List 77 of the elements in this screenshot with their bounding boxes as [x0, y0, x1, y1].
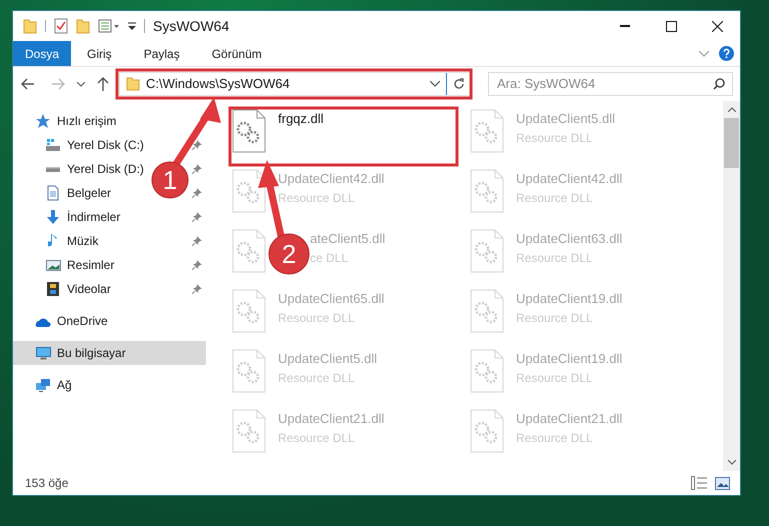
- network-icon: [36, 378, 50, 392]
- scroll-up-icon[interactable]: [728, 107, 736, 112]
- cloud-icon: [35, 316, 51, 326]
- sidebar-item[interactable]: Yerel Disk (C:): [13, 133, 144, 157]
- scrollbar-thumb[interactable]: [724, 118, 739, 168]
- sidebar-item[interactable]: Belgeler: [13, 181, 112, 205]
- forward-icon[interactable]: [51, 78, 65, 90]
- pin-icon[interactable]: [192, 260, 202, 270]
- star-icon: [35, 114, 51, 128]
- file-name: ateClient5.dll: [310, 230, 386, 248]
- monitor-icon: [36, 346, 50, 360]
- drive-icon: [46, 139, 60, 151]
- sidebar-item[interactable]: Ağ: [13, 373, 72, 397]
- scroll-down-icon[interactable]: [728, 460, 736, 465]
- folder-icon[interactable]: [23, 18, 37, 34]
- folder-icon: [126, 77, 140, 91]
- close-icon: [712, 20, 722, 32]
- file-name: UpdateClient63.dll: [516, 230, 622, 248]
- maximize-icon: [666, 20, 676, 32]
- ribbon-tab[interactable]: Görünüm: [196, 41, 278, 66]
- drive-icon: [46, 166, 60, 172]
- settings-file-icon[interactable]: [232, 109, 266, 153]
- checklist-icon[interactable]: [54, 18, 68, 34]
- sidebar-item[interactable]: Hızlı erişim: [13, 109, 116, 133]
- document-icon: [47, 185, 59, 201]
- sidebar-item[interactable]: Videolar: [13, 277, 111, 301]
- minimize-icon: [620, 25, 630, 27]
- step-badge: 1: [152, 162, 188, 198]
- download-icon: [47, 210, 59, 224]
- file-name: frgqz.dll: [278, 110, 324, 128]
- search-icon: [713, 78, 725, 90]
- file-name: UpdateClient5.dll: [278, 350, 378, 368]
- file-name: UpdateClient19.dll: [516, 290, 622, 308]
- file-name: UpdateClient42.dll: [516, 170, 622, 188]
- chevron-icon[interactable]: [699, 50, 709, 56]
- file-name: UpdateClient5.dll: [516, 110, 616, 128]
- pin-icon[interactable]: [192, 212, 202, 222]
- file-name: UpdateClient21.dll: [516, 410, 622, 428]
- help-icon[interactable]: [719, 46, 734, 61]
- address-path: C:\Windows\SysWOW64: [146, 75, 290, 94]
- ribbon-tab[interactable]: Dosya: [13, 41, 72, 66]
- dropdown-icon[interactable]: [128, 21, 136, 31]
- tiles-view-icon[interactable]: [715, 476, 730, 490]
- pin-icon[interactable]: [192, 188, 202, 198]
- pin-icon[interactable]: [192, 164, 202, 174]
- back-icon[interactable]: [21, 78, 35, 90]
- pin-icon[interactable]: [192, 140, 202, 150]
- address-bar[interactable]: C:\Windows\SysWOW64: [119, 72, 472, 96]
- music-note-icon: [48, 234, 58, 248]
- properties-icon[interactable]: [98, 19, 120, 33]
- item-count: 153 öğe: [25, 475, 68, 492]
- pin-icon[interactable]: [192, 284, 202, 294]
- pointer-arrow: [172, 97, 221, 168]
- window-title: SysWOW64: [153, 16, 230, 36]
- file-name: UpdateClient42.dll: [278, 170, 384, 188]
- search-field[interactable]: Ara: SysWOW64: [488, 72, 733, 96]
- image-icon: [46, 260, 60, 270]
- details-view-icon[interactable]: [691, 476, 707, 490]
- sidebar-item[interactable]: Müzik: [13, 229, 98, 253]
- dropdown-icon[interactable]: [430, 81, 440, 87]
- scrollbar[interactable]: [723, 101, 740, 471]
- step-badge: 2: [268, 234, 310, 274]
- sidebar-item[interactable]: Resimler: [13, 253, 114, 277]
- pin-icon[interactable]: [192, 236, 202, 246]
- sidebar-item[interactable]: İndirmeler: [13, 205, 120, 229]
- folder-icon[interactable]: [76, 18, 90, 34]
- file-name: UpdateClient65.dll: [278, 290, 384, 308]
- file-name: UpdateClient21.dll: [278, 410, 384, 428]
- sidebar-item[interactable]: Yerel Disk (D:): [13, 157, 144, 181]
- up-icon[interactable]: [97, 77, 109, 91]
- sidebar-item[interactable]: OneDrive: [13, 309, 108, 333]
- recent-locations-icon[interactable]: [77, 82, 85, 86]
- file-name: UpdateClient19.dll: [516, 350, 622, 368]
- ribbon-tab[interactable]: Paylaş: [128, 41, 196, 66]
- ribbon-tab[interactable]: Giriş: [71, 41, 128, 66]
- refresh-icon[interactable]: [453, 78, 465, 90]
- film-icon: [47, 282, 59, 296]
